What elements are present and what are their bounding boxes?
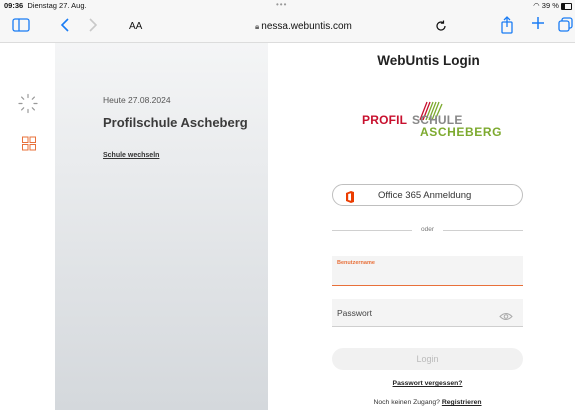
or-divider: oder: [332, 226, 523, 233]
lock-icon: 🔒︎: [255, 22, 260, 31]
page-title: WebUntis Login: [377, 53, 480, 68]
office-icon: [345, 190, 355, 208]
password-field[interactable]: Passwort: [332, 299, 523, 327]
school-info-panel: Heute 27.08.2024 Profilschule Ascheberg …: [55, 43, 268, 410]
back-icon[interactable]: [60, 18, 70, 37]
school-name: Profilschule Ascheberg: [103, 115, 248, 130]
school-logo: PROFIL SCHULE ASCHEBERG: [362, 100, 502, 142]
logo-text-ascheberg: ASCHEBERG: [420, 125, 503, 139]
share-icon[interactable]: [500, 16, 514, 39]
left-rail: [0, 43, 55, 410]
new-tab-icon[interactable]: [531, 16, 545, 35]
reload-icon[interactable]: [435, 20, 447, 35]
show-password-eye-icon[interactable]: [499, 308, 513, 326]
sidebar-icon[interactable]: [12, 18, 30, 37]
office365-label: Office 365 Anmeldung: [378, 190, 472, 201]
status-right: ◠ 39 %: [533, 0, 572, 12]
office365-login-button[interactable]: Office 365 Anmeldung: [332, 184, 523, 206]
register-link[interactable]: Registrieren: [442, 399, 482, 406]
login-button[interactable]: Login: [332, 348, 523, 370]
battery-icon: [561, 2, 572, 10]
browser-toolbar: AA 🔒︎ nessa.webuntis.com: [0, 12, 575, 43]
no-account-text: Noch keinen Zugang?: [373, 399, 440, 406]
password-placeholder: Passwort: [337, 308, 372, 318]
text-size-button[interactable]: AA: [129, 21, 142, 32]
change-school-link[interactable]: Schule wechseln: [103, 152, 159, 159]
today-date: Heute 27.08.2024: [103, 95, 171, 105]
multitasking-dots-icon[interactable]: •••: [276, 0, 287, 11]
forgot-password-link[interactable]: Passwort vergessen?: [332, 380, 523, 387]
status-time: 09:36 Dienstag 27. Aug.: [4, 1, 87, 10]
username-field[interactable]: Benutzername: [332, 256, 523, 286]
wifi-icon: ◠: [533, 1, 540, 10]
loading-spinner-icon: [18, 93, 38, 119]
battery-percent: 39 %: [541, 1, 559, 10]
status-bar: 09:36 Dienstag 27. Aug. ••• ◠ 39 %: [0, 0, 575, 12]
dashboard-grid-icon[interactable]: [22, 136, 36, 156]
username-label: Benutzername: [337, 260, 375, 266]
logo-text-profil: PROFIL: [362, 113, 408, 127]
tabs-icon[interactable]: [558, 17, 573, 37]
register-line: Noch keinen Zugang? Registrieren: [332, 399, 523, 406]
url-text: nessa.webuntis.com: [261, 21, 352, 32]
forward-icon[interactable]: [88, 18, 98, 37]
address-bar[interactable]: 🔒︎ nessa.webuntis.com: [255, 21, 352, 32]
divider-line: [443, 230, 523, 231]
